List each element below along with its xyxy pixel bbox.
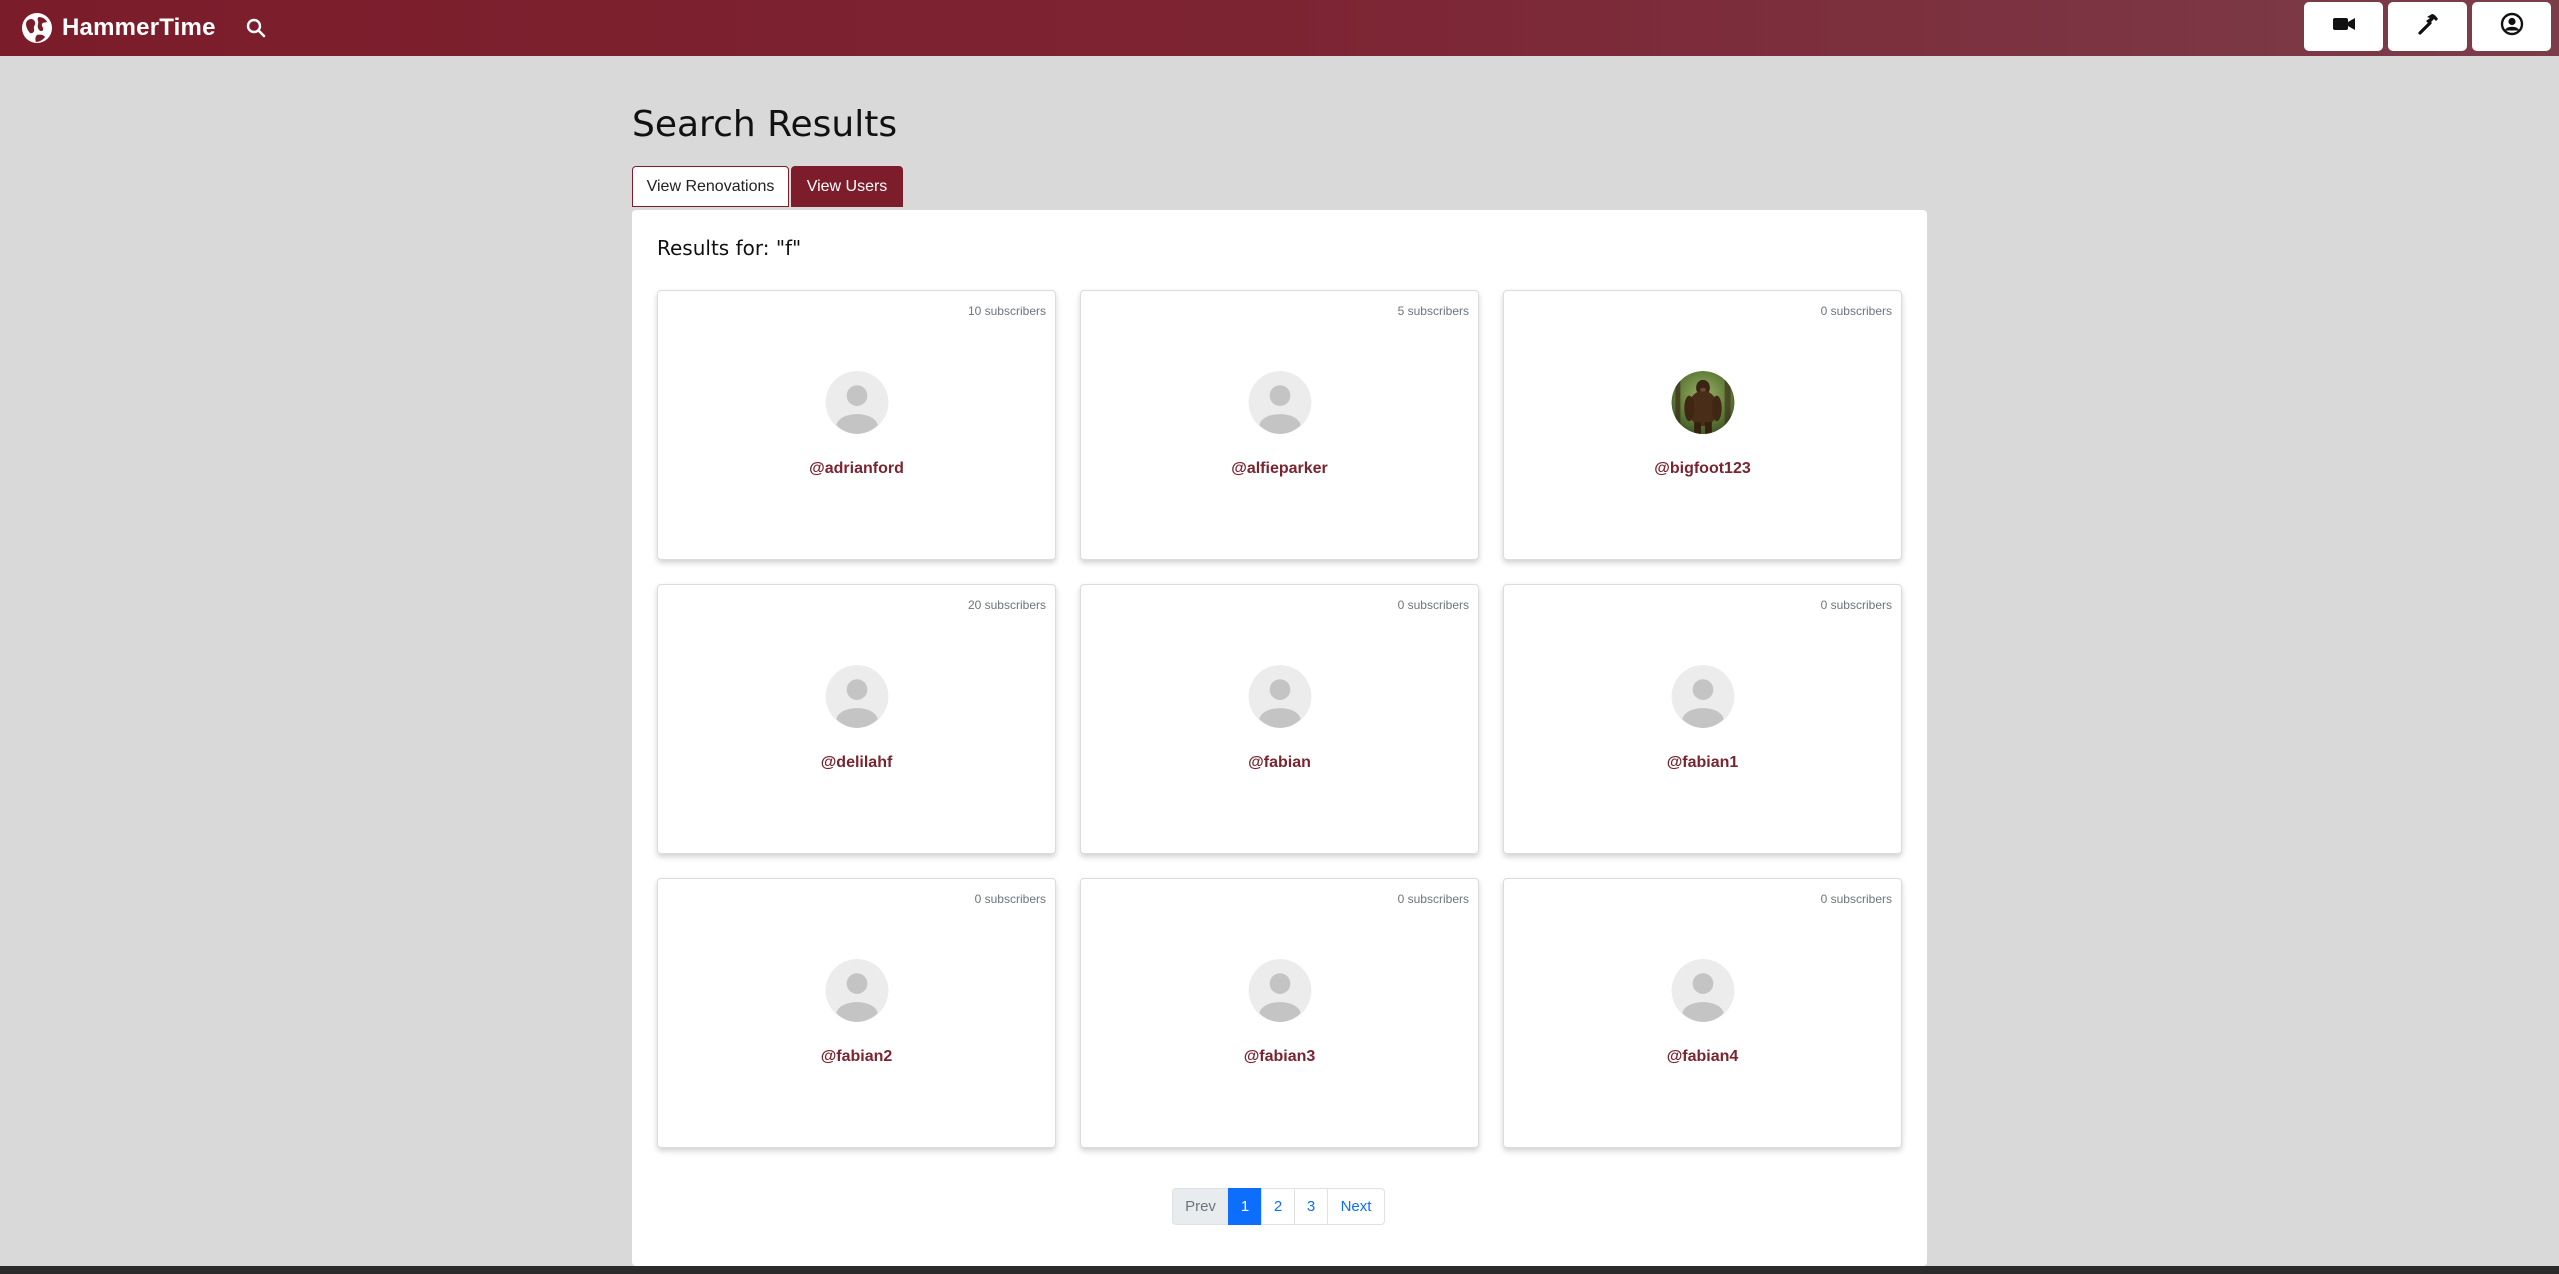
username-link[interactable]: @bigfoot123 <box>1504 460 1901 478</box>
video-button[interactable] <box>2304 2 2383 51</box>
user-card[interactable]: 20 subscribers @delilahf <box>657 584 1056 854</box>
subscriber-count: 0 subscribers <box>1820 598 1892 612</box>
pagination: Prev 1 2 3 Next <box>1172 1188 1385 1225</box>
hammer-icon <box>2416 12 2440 41</box>
username-link[interactable]: @delilahf <box>658 754 1055 772</box>
default-avatar-icon <box>825 665 888 728</box>
results-panel: Results for: "f" 10 subscribers @adrianf… <box>632 210 1927 1266</box>
user-card[interactable]: 0 subscribers @fabian4 <box>1503 878 1902 1148</box>
pagination-page-2[interactable]: 2 <box>1261 1188 1295 1225</box>
subscriber-count: 0 subscribers <box>1397 598 1469 612</box>
default-avatar-icon <box>1671 959 1734 1022</box>
results-query-label: Results for: "f" <box>657 236 802 260</box>
pagination-page-3[interactable]: 3 <box>1294 1188 1328 1225</box>
default-avatar-icon <box>1248 665 1311 728</box>
subscriber-count: 0 subscribers <box>1820 892 1892 906</box>
user-card[interactable]: 0 subscribers @fabian3 <box>1080 878 1479 1148</box>
subscriber-count: 0 subscribers <box>1820 304 1892 318</box>
brand-home-link[interactable]: HammerTime <box>20 11 216 45</box>
default-avatar-icon <box>1671 665 1734 728</box>
username-link[interactable]: @fabian <box>1081 754 1478 772</box>
username-link[interactable]: @adrianford <box>658 460 1055 478</box>
default-avatar-icon <box>1248 371 1311 434</box>
tab-view-renovations[interactable]: View Renovations <box>632 166 789 207</box>
default-avatar-icon <box>825 959 888 1022</box>
globe-logo-icon <box>20 11 54 45</box>
subscriber-count: 5 subscribers <box>1397 304 1469 318</box>
username-link[interactable]: @fabian3 <box>1081 1048 1478 1066</box>
search-icon[interactable] <box>242 14 270 42</box>
username-link[interactable]: @fabian2 <box>658 1048 1055 1066</box>
user-card[interactable]: 10 subscribers @adrianford <box>657 290 1056 560</box>
user-circle-icon <box>2500 12 2524 41</box>
tab-view-users[interactable]: View Users <box>791 166 903 207</box>
profile-button[interactable] <box>2472 2 2551 51</box>
subscriber-count: 0 subscribers <box>1397 892 1469 906</box>
user-card[interactable]: 0 subscribers @fabian <box>1080 584 1479 854</box>
nav-actions <box>2304 2 2551 51</box>
user-card[interactable]: 5 subscribers @alfieparker <box>1080 290 1479 560</box>
page-title: Search Results <box>632 104 898 145</box>
pagination-next[interactable]: Next <box>1327 1188 1385 1225</box>
user-card[interactable]: 0 subscribers @fabian1 <box>1503 584 1902 854</box>
subscriber-count: 20 subscribers <box>967 598 1046 612</box>
pagination-prev[interactable]: Prev <box>1172 1188 1229 1225</box>
renovate-button[interactable] <box>2388 2 2467 51</box>
default-avatar-icon <box>825 371 888 434</box>
video-camera-icon <box>2332 15 2356 38</box>
bigfoot-avatar-photo <box>1671 371 1734 434</box>
username-link[interactable]: @alfieparker <box>1081 460 1478 478</box>
brand-name: HammerTime <box>62 14 216 41</box>
user-card[interactable]: 0 subscribers @fabian2 <box>657 878 1056 1148</box>
user-card[interactable]: 0 subscribers @bigfoot123 <box>1503 290 1902 560</box>
user-results-grid: 10 subscribers @adrianford 5 subscribers… <box>657 290 1902 1148</box>
default-avatar-icon <box>1248 959 1311 1022</box>
result-type-tabs: View Renovations View Users <box>632 166 903 207</box>
subscriber-count: 10 subscribers <box>967 304 1046 318</box>
subscriber-count: 0 subscribers <box>974 892 1046 906</box>
pagination-page-1[interactable]: 1 <box>1228 1188 1262 1225</box>
username-link[interactable]: @fabian4 <box>1504 1048 1901 1066</box>
top-navbar: HammerTime <box>0 0 2559 56</box>
username-link[interactable]: @fabian1 <box>1504 754 1901 772</box>
bottom-edge-strip <box>0 1266 2559 1274</box>
